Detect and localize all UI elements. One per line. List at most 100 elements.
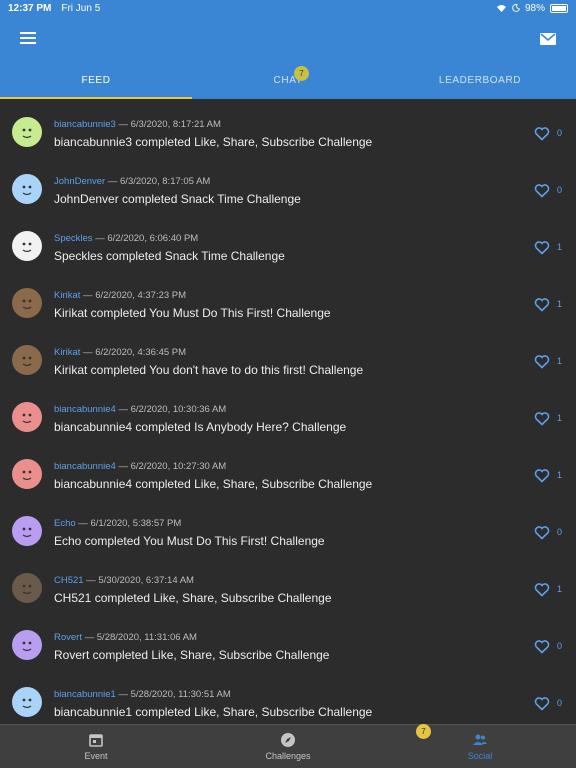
feed-separator: — [115,404,131,415]
avatar[interactable] [12,573,42,603]
feed-timestamp: 6/2/2020, 10:27:30 AM [130,461,227,472]
feed-separator: — [115,461,131,472]
feed-message: Rovert completed Like, Share, Subscribe … [54,648,330,662]
feed-item: JohnDenver — 6/3/2020, 8:17:05 AM JohnDen… [0,161,576,218]
avatar[interactable] [12,117,42,147]
heart-outline-icon[interactable] [534,582,550,597]
app-bar [0,16,576,62]
feed-separator: — [115,119,131,130]
feed-separator: — [115,689,131,700]
feed-message: Echo completed You Must Do This First! C… [54,534,325,548]
feed-timestamp: 6/2/2020, 6:06:40 PM [107,233,199,244]
avatar[interactable] [12,459,42,489]
nav-challenges[interactable]: Challenges [192,725,384,768]
feed-item: biancabunnie1 — 5/28/2020, 11:30:51 AM bi… [0,674,576,724]
like-count: 0 [557,527,563,537]
like-count: 0 [557,641,563,651]
feed-username[interactable]: Echo [54,518,76,529]
tab-leaderboard[interactable]: LEADERBOARD [384,62,576,99]
feed-username[interactable]: Kirikat [54,290,80,301]
feed-separator: — [80,347,96,358]
feed-item: biancabunnie4 — 6/2/2020, 10:27:30 AM bia… [0,446,576,503]
feed-item: Kirikat — 6/2/2020, 4:36:45 PM Kirikat co… [0,332,576,389]
heart-outline-icon[interactable] [534,354,550,369]
status-date: Fri Jun 5 [61,2,101,14]
feed-username[interactable]: biancabunnie1 [54,689,116,700]
feed-username[interactable]: CH521 [54,575,84,586]
tab-feed[interactable]: FEED [0,62,192,99]
feed-message: Kirikat completed You don't have to do t… [54,363,364,377]
feed-meta: CH521 — 5/30/2020, 6:37:14 AM [54,575,194,586]
feed-meta: Echo — 6/1/2020, 5:38:57 PM [54,518,181,529]
heart-outline-icon[interactable] [534,297,550,312]
feed-meta: JohnDenver — 6/3/2020, 8:17:05 AM [54,176,210,187]
like-count: 1 [557,356,563,366]
avatar[interactable] [12,630,42,660]
feed-item: biancabunnie3 — 6/3/2020, 8:17:21 AM bian… [0,104,576,161]
heart-outline-icon[interactable] [534,240,550,255]
feed-username[interactable]: Speckles [54,233,93,244]
feed-item: Kirikat — 6/2/2020, 4:37:23 PM Kirikat co… [0,275,576,332]
avatar[interactable] [12,516,42,546]
heart-outline-icon[interactable] [534,639,550,654]
feed-meta: biancabunnie4 — 6/2/2020, 10:27:30 AM [54,461,226,472]
avatar[interactable] [12,174,42,204]
feed-timestamp: 5/28/2020, 11:30:51 AM [130,689,231,700]
heart-outline-icon[interactable] [534,126,550,141]
feed-separator: — [83,575,99,586]
feed-item: biancabunnie4 — 6/2/2020, 10:30:36 AM bia… [0,389,576,446]
tab-chat[interactable]: CHAT [192,62,384,99]
heart-outline-icon[interactable] [534,183,550,198]
mail-icon[interactable] [540,33,556,45]
feed-username[interactable]: Kirikat [54,347,80,358]
heart-outline-icon[interactable] [534,696,550,711]
feed-separator: — [75,518,91,529]
like-count: 0 [557,128,563,138]
feed-message: Kirikat completed You Must Do This First… [54,306,331,320]
wifi-icon [496,4,506,12]
feed-timestamp: 6/3/2020, 8:17:05 AM [120,176,211,187]
feed-separator: — [81,632,97,643]
like-count: 1 [557,242,563,252]
hamburger-icon[interactable] [20,32,36,45]
heart-outline-icon[interactable] [534,525,550,540]
feed-username[interactable]: biancabunnie3 [54,119,116,130]
feed-username[interactable]: biancabunnie4 [54,461,116,472]
avatar[interactable] [12,288,42,318]
feed-item: Echo — 6/1/2020, 5:38:57 PM Echo complete… [0,503,576,560]
feed-timestamp: 6/1/2020, 5:38:57 PM [90,518,182,529]
avatar[interactable] [12,687,42,717]
avatar[interactable] [12,402,42,432]
like-count: 1 [557,470,563,480]
battery-percent: 98% [524,2,545,14]
feed-timestamp: 6/2/2020, 4:37:23 PM [95,290,187,301]
heart-outline-icon[interactable] [534,468,550,483]
like-count: 1 [557,584,563,594]
people-icon [473,734,487,745]
nav-social[interactable]: Social [384,725,576,768]
status-bar: 12:37 PM Fri Jun 5 98% [0,0,576,16]
heart-outline-icon[interactable] [534,411,550,426]
feed-message: JohnDenver completed Snack Time Challeng… [54,192,301,206]
feed-username[interactable]: biancabunnie4 [54,404,116,415]
calendar-icon [89,734,103,747]
feed-item: Rovert — 5/28/2020, 11:31:06 AM Rovert co… [0,617,576,674]
feed-meta: biancabunnie1 — 5/28/2020, 11:30:51 AM [54,689,231,700]
feed-separator: — [92,233,108,244]
feed-username[interactable]: JohnDenver [54,176,105,187]
feed-message: biancabunnie3 completed Like, Share, Sub… [54,135,373,149]
avatar[interactable] [12,231,42,261]
feed-meta: Kirikat — 6/2/2020, 4:36:45 PM [54,347,186,358]
feed-message: biancabunnie4 completed Like, Share, Sub… [54,477,373,491]
feed-timestamp: 5/28/2020, 11:31:06 AM [96,632,197,643]
bottom-nav: Event Challenges Social [0,724,576,768]
nav-event[interactable]: Event [0,725,192,768]
avatar[interactable] [12,345,42,375]
feed-timestamp: 6/3/2020, 8:17:21 AM [130,119,221,130]
status-time: 12:37 PM [8,2,52,14]
feed-username[interactable]: Rovert [54,632,82,643]
compass-icon [281,733,295,747]
like-count: 1 [557,299,563,309]
feed-timestamp: 5/30/2020, 6:37:14 AM [98,575,194,586]
feed-item: Speckles — 6/2/2020, 6:06:40 PM Speckles … [0,218,576,275]
